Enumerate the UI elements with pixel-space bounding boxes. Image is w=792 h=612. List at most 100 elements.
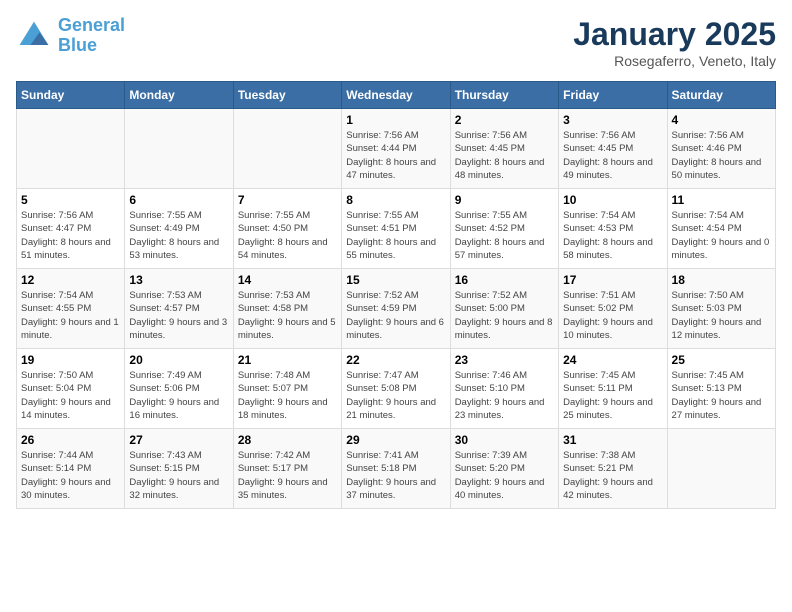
calendar-cell bbox=[125, 109, 233, 189]
calendar-cell: 14 Sunrise: 7:53 AM Sunset: 4:58 PM Dayli… bbox=[233, 269, 341, 349]
page-header: General Blue January 2025 Rosegaferro, V… bbox=[16, 16, 776, 69]
calendar-cell: 12 Sunrise: 7:54 AM Sunset: 4:55 PM Dayli… bbox=[17, 269, 125, 349]
weekday-header: Tuesday bbox=[233, 82, 341, 109]
calendar-cell: 22Sunrise: 7:47 AM Sunset: 5:08 PM Dayli… bbox=[342, 349, 450, 429]
calendar-cell: 2 Sunrise: 7:56 AM Sunset: 4:45 PM Daylig… bbox=[450, 109, 558, 189]
calendar-cell: 8 Sunrise: 7:55 AM Sunset: 4:51 PM Daylig… bbox=[342, 189, 450, 269]
day-info: Sunrise: 7:44 AM Sunset: 5:14 PM Dayligh… bbox=[21, 449, 120, 502]
calendar-week-row: 5 Sunrise: 7:56 AM Sunset: 4:47 PM Daylig… bbox=[17, 189, 776, 269]
day-info: Sunrise: 7:53 AM Sunset: 4:58 PM Dayligh… bbox=[238, 289, 337, 342]
day-info: Sunrise: 7:48 AM Sunset: 5:07 PM Dayligh… bbox=[238, 369, 337, 422]
day-number: 1 bbox=[346, 113, 445, 127]
day-number: 29 bbox=[346, 433, 445, 447]
day-info: Sunrise: 7:55 AM Sunset: 4:51 PM Dayligh… bbox=[346, 209, 445, 262]
calendar-cell: 19Sunrise: 7:50 AM Sunset: 5:04 PM Dayli… bbox=[17, 349, 125, 429]
day-info: Sunrise: 7:46 AM Sunset: 5:10 PM Dayligh… bbox=[455, 369, 554, 422]
calendar-cell: 31 Sunrise: 7:38 AM Sunset: 5:21 PM Dayli… bbox=[559, 429, 667, 509]
calendar-cell: 29Sunrise: 7:41 AM Sunset: 5:18 PM Dayli… bbox=[342, 429, 450, 509]
calendar-cell: 16Sunrise: 7:52 AM Sunset: 5:00 PM Dayli… bbox=[450, 269, 558, 349]
weekday-header: Sunday bbox=[17, 82, 125, 109]
day-number: 8 bbox=[346, 193, 445, 207]
day-number: 2 bbox=[455, 113, 554, 127]
day-number: 7 bbox=[238, 193, 337, 207]
calendar-cell: 7 Sunrise: 7:55 AM Sunset: 4:50 PM Daylig… bbox=[233, 189, 341, 269]
calendar-cell: 13 Sunrise: 7:53 AM Sunset: 4:57 PM Dayli… bbox=[125, 269, 233, 349]
day-number: 26 bbox=[21, 433, 120, 447]
day-number: 6 bbox=[129, 193, 228, 207]
calendar-cell: 1 Sunrise: 7:56 AM Sunset: 4:44 PM Daylig… bbox=[342, 109, 450, 189]
calendar-week-row: 12 Sunrise: 7:54 AM Sunset: 4:55 PM Dayli… bbox=[17, 269, 776, 349]
day-info: Sunrise: 7:56 AM Sunset: 4:46 PM Dayligh… bbox=[672, 129, 771, 182]
calendar-cell: 11 Sunrise: 7:54 AM Sunset: 4:54 PM Dayli… bbox=[667, 189, 775, 269]
day-info: Sunrise: 7:53 AM Sunset: 4:57 PM Dayligh… bbox=[129, 289, 228, 342]
calendar-cell: 4Sunrise: 7:56 AM Sunset: 4:46 PM Daylig… bbox=[667, 109, 775, 189]
day-info: Sunrise: 7:52 AM Sunset: 4:59 PM Dayligh… bbox=[346, 289, 445, 342]
day-number: 3 bbox=[563, 113, 662, 127]
calendar-cell: 3Sunrise: 7:56 AM Sunset: 4:45 PM Daylig… bbox=[559, 109, 667, 189]
day-number: 13 bbox=[129, 273, 228, 287]
weekday-header: Thursday bbox=[450, 82, 558, 109]
day-info: Sunrise: 7:54 AM Sunset: 4:54 PM Dayligh… bbox=[672, 209, 771, 262]
day-info: Sunrise: 7:55 AM Sunset: 4:50 PM Dayligh… bbox=[238, 209, 337, 262]
day-info: Sunrise: 7:39 AM Sunset: 5:20 PM Dayligh… bbox=[455, 449, 554, 502]
day-info: Sunrise: 7:56 AM Sunset: 4:44 PM Dayligh… bbox=[346, 129, 445, 182]
day-number: 18 bbox=[672, 273, 771, 287]
day-info: Sunrise: 7:55 AM Sunset: 4:52 PM Dayligh… bbox=[455, 209, 554, 262]
day-info: Sunrise: 7:54 AM Sunset: 4:55 PM Dayligh… bbox=[21, 289, 120, 342]
calendar-cell bbox=[233, 109, 341, 189]
calendar-week-row: 19Sunrise: 7:50 AM Sunset: 5:04 PM Dayli… bbox=[17, 349, 776, 429]
day-number: 10 bbox=[563, 193, 662, 207]
day-info: Sunrise: 7:38 AM Sunset: 5:21 PM Dayligh… bbox=[563, 449, 662, 502]
day-info: Sunrise: 7:47 AM Sunset: 5:08 PM Dayligh… bbox=[346, 369, 445, 422]
calendar-cell: 28 Sunrise: 7:42 AM Sunset: 5:17 PM Dayli… bbox=[233, 429, 341, 509]
weekday-header-row: SundayMondayTuesdayWednesdayThursdayFrid… bbox=[17, 82, 776, 109]
day-number: 30 bbox=[455, 433, 554, 447]
day-info: Sunrise: 7:42 AM Sunset: 5:17 PM Dayligh… bbox=[238, 449, 337, 502]
day-number: 21 bbox=[238, 353, 337, 367]
day-info: Sunrise: 7:50 AM Sunset: 5:04 PM Dayligh… bbox=[21, 369, 120, 422]
weekday-header: Saturday bbox=[667, 82, 775, 109]
calendar-week-row: 26 Sunrise: 7:44 AM Sunset: 5:14 PM Dayli… bbox=[17, 429, 776, 509]
weekday-header: Monday bbox=[125, 82, 233, 109]
weekday-header: Wednesday bbox=[342, 82, 450, 109]
day-number: 12 bbox=[21, 273, 120, 287]
calendar-cell: 15 Sunrise: 7:52 AM Sunset: 4:59 PM Dayli… bbox=[342, 269, 450, 349]
day-info: Sunrise: 7:50 AM Sunset: 5:03 PM Dayligh… bbox=[672, 289, 771, 342]
day-info: Sunrise: 7:43 AM Sunset: 5:15 PM Dayligh… bbox=[129, 449, 228, 502]
calendar-subtitle: Rosegaferro, Veneto, Italy bbox=[573, 53, 776, 69]
logo: General Blue bbox=[16, 16, 125, 56]
day-number: 24 bbox=[563, 353, 662, 367]
calendar-cell: 27 Sunrise: 7:43 AM Sunset: 5:15 PM Dayli… bbox=[125, 429, 233, 509]
day-info: Sunrise: 7:56 AM Sunset: 4:47 PM Dayligh… bbox=[21, 209, 120, 262]
logo-icon bbox=[16, 18, 52, 54]
calendar-cell: 10 Sunrise: 7:54 AM Sunset: 4:53 PM Dayli… bbox=[559, 189, 667, 269]
day-number: 20 bbox=[129, 353, 228, 367]
day-info: Sunrise: 7:56 AM Sunset: 4:45 PM Dayligh… bbox=[455, 129, 554, 182]
day-number: 31 bbox=[563, 433, 662, 447]
day-info: Sunrise: 7:45 AM Sunset: 5:11 PM Dayligh… bbox=[563, 369, 662, 422]
day-number: 17 bbox=[563, 273, 662, 287]
day-number: 9 bbox=[455, 193, 554, 207]
calendar-cell: 23 Sunrise: 7:46 AM Sunset: 5:10 PM Dayli… bbox=[450, 349, 558, 429]
weekday-header: Friday bbox=[559, 82, 667, 109]
calendar-cell: 30 Sunrise: 7:39 AM Sunset: 5:20 PM Dayli… bbox=[450, 429, 558, 509]
day-number: 23 bbox=[455, 353, 554, 367]
calendar-cell bbox=[17, 109, 125, 189]
day-number: 5 bbox=[21, 193, 120, 207]
logo-text: General Blue bbox=[58, 16, 125, 56]
day-number: 11 bbox=[672, 193, 771, 207]
calendar-title: January 2025 bbox=[573, 16, 776, 53]
day-info: Sunrise: 7:52 AM Sunset: 5:00 PM Dayligh… bbox=[455, 289, 554, 342]
day-info: Sunrise: 7:54 AM Sunset: 4:53 PM Dayligh… bbox=[563, 209, 662, 262]
day-number: 28 bbox=[238, 433, 337, 447]
calendar-cell: 6 Sunrise: 7:55 AM Sunset: 4:49 PM Daylig… bbox=[125, 189, 233, 269]
day-number: 27 bbox=[129, 433, 228, 447]
day-info: Sunrise: 7:49 AM Sunset: 5:06 PM Dayligh… bbox=[129, 369, 228, 422]
day-info: Sunrise: 7:55 AM Sunset: 4:49 PM Dayligh… bbox=[129, 209, 228, 262]
calendar-cell bbox=[667, 429, 775, 509]
day-number: 14 bbox=[238, 273, 337, 287]
day-number: 15 bbox=[346, 273, 445, 287]
title-section: January 2025 Rosegaferro, Veneto, Italy bbox=[573, 16, 776, 69]
day-info: Sunrise: 7:51 AM Sunset: 5:02 PM Dayligh… bbox=[563, 289, 662, 342]
calendar-table: SundayMondayTuesdayWednesdayThursdayFrid… bbox=[16, 81, 776, 509]
